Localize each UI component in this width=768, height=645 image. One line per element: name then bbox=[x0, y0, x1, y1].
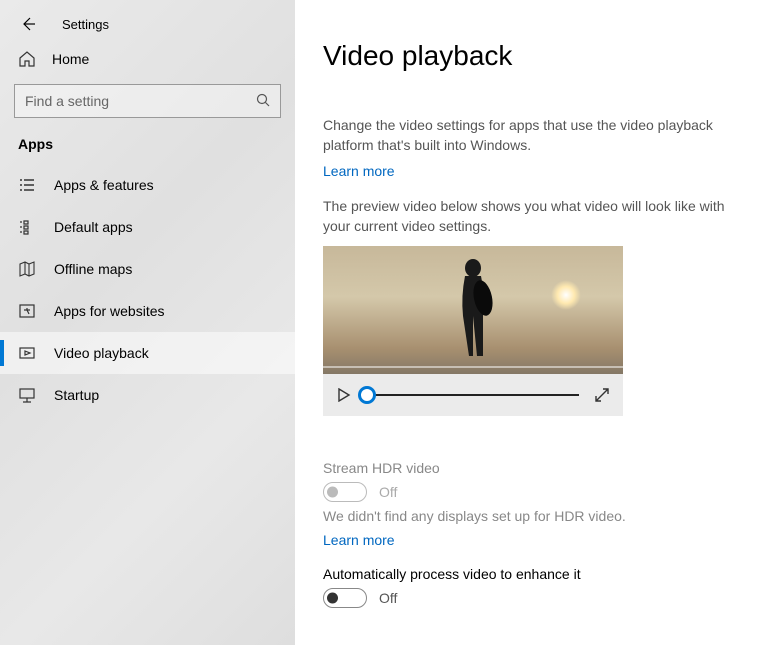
main-content: Video playback Change the video settings… bbox=[295, 0, 768, 645]
page-title: Video playback bbox=[323, 40, 768, 72]
sidebar: Settings Home Apps Apps & features Defau… bbox=[0, 0, 295, 645]
sidebar-item-label: Apps & features bbox=[54, 177, 154, 193]
hdr-learn-more-link[interactable]: Learn more bbox=[323, 532, 395, 548]
sidebar-item-offline-maps[interactable]: Offline maps bbox=[0, 248, 295, 290]
auto-enhance-toggle-row: Off bbox=[323, 588, 768, 608]
home-icon bbox=[18, 50, 36, 68]
rail-graphic bbox=[323, 366, 623, 368]
apps-websites-icon bbox=[18, 302, 36, 320]
search-input[interactable] bbox=[25, 93, 256, 109]
apps-features-icon bbox=[18, 176, 36, 194]
slider-knob[interactable] bbox=[358, 386, 376, 404]
search-icon bbox=[256, 93, 270, 110]
play-button[interactable] bbox=[335, 386, 353, 404]
sidebar-item-label: Offline maps bbox=[54, 261, 132, 277]
sidebar-item-video-playback[interactable]: Video playback bbox=[0, 332, 295, 374]
startup-icon bbox=[18, 386, 36, 404]
sidebar-item-label: Startup bbox=[54, 387, 99, 403]
sidebar-item-apps-websites[interactable]: Apps for websites bbox=[0, 290, 295, 332]
description-text: Change the video settings for apps that … bbox=[323, 116, 743, 155]
sidebar-item-label: Apps for websites bbox=[54, 303, 165, 319]
hdr-toggle-state: Off bbox=[379, 484, 397, 500]
toggle-knob bbox=[327, 487, 338, 498]
sidebar-item-label: Video playback bbox=[54, 345, 149, 361]
sidebar-item-default-apps[interactable]: Default apps bbox=[0, 206, 295, 248]
sidebar-item-apps-features[interactable]: Apps & features bbox=[0, 164, 295, 206]
sidebar-home[interactable]: Home bbox=[0, 36, 295, 78]
toggle-knob bbox=[327, 593, 338, 604]
arrow-left-icon bbox=[20, 16, 36, 32]
sidebar-item-startup[interactable]: Startup bbox=[0, 374, 295, 416]
person-silhouette bbox=[443, 256, 503, 366]
hdr-note: We didn't find any displays set up for H… bbox=[323, 508, 743, 524]
hdr-toggle-row: Off bbox=[323, 482, 768, 502]
section-header: Apps bbox=[0, 136, 295, 164]
offline-maps-icon bbox=[18, 260, 36, 278]
video-playback-icon bbox=[18, 344, 36, 362]
auto-enhance-toggle-state: Off bbox=[379, 590, 397, 606]
video-progress-slider[interactable] bbox=[367, 394, 579, 396]
auto-enhance-label: Automatically process video to enhance i… bbox=[323, 566, 768, 582]
play-icon bbox=[337, 388, 351, 402]
sidebar-item-label: Default apps bbox=[54, 219, 133, 235]
preview-description: The preview video below shows you what v… bbox=[323, 197, 743, 236]
home-label: Home bbox=[52, 51, 89, 67]
hdr-toggle[interactable] bbox=[323, 482, 367, 502]
fullscreen-icon bbox=[594, 387, 610, 403]
search-box[interactable] bbox=[14, 84, 281, 118]
app-title: Settings bbox=[62, 17, 109, 32]
sun-graphic bbox=[551, 280, 581, 310]
default-apps-icon bbox=[18, 218, 36, 236]
topbar: Settings bbox=[0, 8, 295, 36]
fullscreen-button[interactable] bbox=[593, 386, 611, 404]
video-controls bbox=[323, 374, 623, 416]
video-preview bbox=[323, 246, 623, 416]
learn-more-link[interactable]: Learn more bbox=[323, 163, 395, 179]
auto-enhance-toggle[interactable] bbox=[323, 588, 367, 608]
hdr-label: Stream HDR video bbox=[323, 460, 768, 476]
back-button[interactable] bbox=[18, 14, 38, 34]
